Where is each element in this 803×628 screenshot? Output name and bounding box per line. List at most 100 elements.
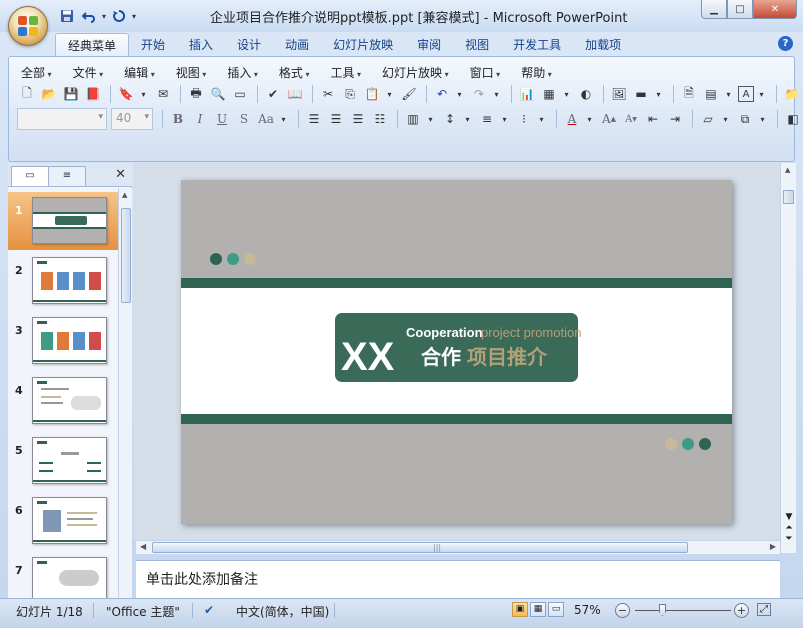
decrease-indent-icon[interactable]: ⇤ [643, 109, 663, 129]
save-icon[interactable]: 💾 [61, 84, 81, 104]
tab-classic-menu[interactable]: 经典菜单 [55, 33, 130, 57]
tab-slideshow[interactable]: 幻灯片放映 [321, 33, 405, 57]
language[interactable]: 中文(简体，中国) [230, 602, 335, 621]
scroll-right-icon[interactable]: ▶ [770, 542, 776, 551]
redo-icon[interactable] [110, 7, 128, 25]
undo-icon[interactable]: ↶ [432, 84, 452, 104]
undo-dropdown-icon[interactable]: ▾ [102, 12, 106, 21]
slide-sorter-view-icon[interactable]: ▦ [530, 602, 546, 617]
color-view-dropdown-icon[interactable]: ▾ [653, 84, 664, 104]
font-size-combo[interactable]: 40 [111, 108, 153, 130]
tab-addins[interactable]: 加载项 [573, 33, 633, 57]
text-box-icon[interactable]: A [738, 86, 754, 102]
numbering-icon[interactable]: ≡ [477, 109, 497, 129]
copy-icon[interactable]: ⎘ [340, 84, 360, 104]
tab-home[interactable]: 开始 [129, 33, 177, 57]
menu-help[interactable]: 帮助 [517, 63, 558, 82]
paste-icon[interactable]: 📋 [362, 84, 382, 104]
thumbnails-scrollbar[interactable]: ▲ [118, 188, 132, 598]
maximize-button[interactable]: □ [727, 0, 753, 19]
zoom-in-icon[interactable]: + [734, 603, 749, 618]
slide-thumbnail-2[interactable]: 2 [8, 252, 118, 310]
spelling-check-icon[interactable]: ✔ [198, 602, 220, 618]
quick-styles-icon[interactable]: ◧ [783, 109, 803, 129]
zoom-knob[interactable] [659, 604, 666, 616]
normal-view-icon[interactable]: ▣ [512, 602, 528, 617]
tab-review[interactable]: 审阅 [405, 33, 453, 57]
slide-horizontal-scrollbar[interactable]: ◀ ||| ▶ [136, 540, 780, 554]
format-painter-icon[interactable]: 🖌 [399, 84, 419, 104]
shapes-dropdown-icon[interactable]: ▾ [720, 109, 731, 129]
slide-layout-icon[interactable]: ▭ [230, 84, 250, 104]
print-icon[interactable]: 🖶 [186, 84, 206, 104]
columns-icon[interactable]: ▥ [403, 109, 423, 129]
tab-animation[interactable]: 动画 [273, 33, 321, 57]
scroll-up-icon[interactable]: ▲ [785, 166, 790, 174]
align-right-icon[interactable]: ☰ [348, 109, 368, 129]
zoom-slider[interactable]: − + [615, 603, 755, 619]
numbering-dropdown-icon[interactable]: ▾ [499, 109, 510, 129]
scrollbar-thumb[interactable]: ||| [152, 542, 688, 553]
change-case-dropdown-icon[interactable]: ▾ [278, 109, 289, 129]
zoom-track[interactable] [635, 610, 731, 611]
menu-tools[interactable]: 工具 [326, 63, 367, 82]
paste-dropdown-icon[interactable]: ▾ [384, 84, 395, 104]
minimize-button[interactable]: ▁ [701, 0, 727, 19]
next-slide-icon[interactable]: ⏷ [783, 534, 795, 545]
shapes-icon[interactable]: ▱ [698, 109, 718, 129]
font-color-icon[interactable]: A [562, 109, 582, 129]
shrink-font-icon[interactable]: A ▼ [621, 109, 641, 129]
scrollbar-thumb[interactable] [121, 208, 131, 303]
text-box-dropdown-icon[interactable]: ▾ [756, 84, 767, 104]
customize-qat-icon[interactable]: ▾ [132, 12, 136, 21]
show-formatting-icon[interactable]: 🖼 [609, 84, 629, 104]
tab-view[interactable]: 视图 [453, 33, 501, 57]
fit-to-window-icon[interactable]: ⤢ [757, 603, 771, 616]
help-icon[interactable]: ? [778, 36, 793, 51]
slide-thumbnail-1[interactable]: 1 [8, 192, 118, 250]
slide-thumbnail-6[interactable]: 6 [8, 492, 118, 550]
dropdown-icon[interactable]: ▾ [138, 84, 149, 104]
slide-thumbnail-4[interactable]: 4 [8, 372, 118, 430]
spelling-icon[interactable]: ✔ [263, 84, 283, 104]
email-icon[interactable]: ✉ [153, 84, 173, 104]
undo-icon[interactable] [80, 7, 98, 25]
current-slide[interactable]: XX Cooperation project promotion 合作 项目推介 [181, 180, 732, 524]
tab-design[interactable]: 设计 [225, 33, 273, 57]
shadow-icon[interactable]: S [234, 109, 254, 129]
slide-thumbnail-5[interactable]: 5 [8, 432, 118, 490]
arrange-icon[interactable]: ⧉ [735, 109, 755, 129]
menu-view[interactable]: 视图 [172, 63, 213, 82]
underline-icon[interactable]: U [212, 109, 232, 129]
align-left-icon[interactable]: ☰ [304, 109, 324, 129]
increase-indent-icon[interactable]: ⇥ [665, 109, 685, 129]
print-preview-icon[interactable]: 🔍 [208, 84, 228, 104]
new-slide-icon[interactable]: 🗎 [679, 84, 699, 104]
open-icon[interactable]: 📂 [39, 84, 59, 104]
slide-design-icon[interactable]: ▤ [701, 84, 721, 104]
tab-slides[interactable]: ▭ [11, 166, 49, 186]
scroll-up-icon[interactable]: ▲ [122, 191, 127, 199]
font-color-dropdown-icon[interactable]: ▾ [584, 109, 595, 129]
scrollbar-thumb[interactable] [783, 190, 794, 204]
bullets-icon[interactable]: ⁝ [514, 109, 534, 129]
new-icon[interactable]: 🗋 [17, 84, 37, 104]
arrange-dropdown-icon[interactable]: ▾ [757, 109, 768, 129]
redo-icon[interactable]: ↷ [469, 84, 489, 104]
close-pane-icon[interactable]: ✕ [115, 167, 126, 182]
columns-dropdown-icon[interactable]: ▾ [425, 109, 436, 129]
zoom-level[interactable]: 57% [568, 602, 607, 618]
bold-icon[interactable]: B [168, 109, 188, 129]
menu-format[interactable]: 格式 [275, 63, 316, 82]
scroll-down-icon[interactable]: ▼ [783, 512, 795, 523]
research-icon[interactable]: 📖 [285, 84, 305, 104]
color-view-icon[interactable]: ▬ [631, 84, 651, 104]
line-spacing-icon[interactable]: ↕ [440, 109, 460, 129]
slideshow-view-icon[interactable]: ▭ [548, 602, 564, 617]
color-grayscale-icon[interactable]: ◐ [576, 84, 596, 104]
menu-slideshow[interactable]: 幻灯片放映 [378, 63, 455, 82]
folder-icon[interactable]: 📁 [782, 84, 802, 104]
save-as-pdf-icon[interactable]: 📕 [83, 84, 103, 104]
save-icon[interactable] [58, 7, 76, 25]
undo-dropdown-icon[interactable]: ▾ [454, 84, 465, 104]
